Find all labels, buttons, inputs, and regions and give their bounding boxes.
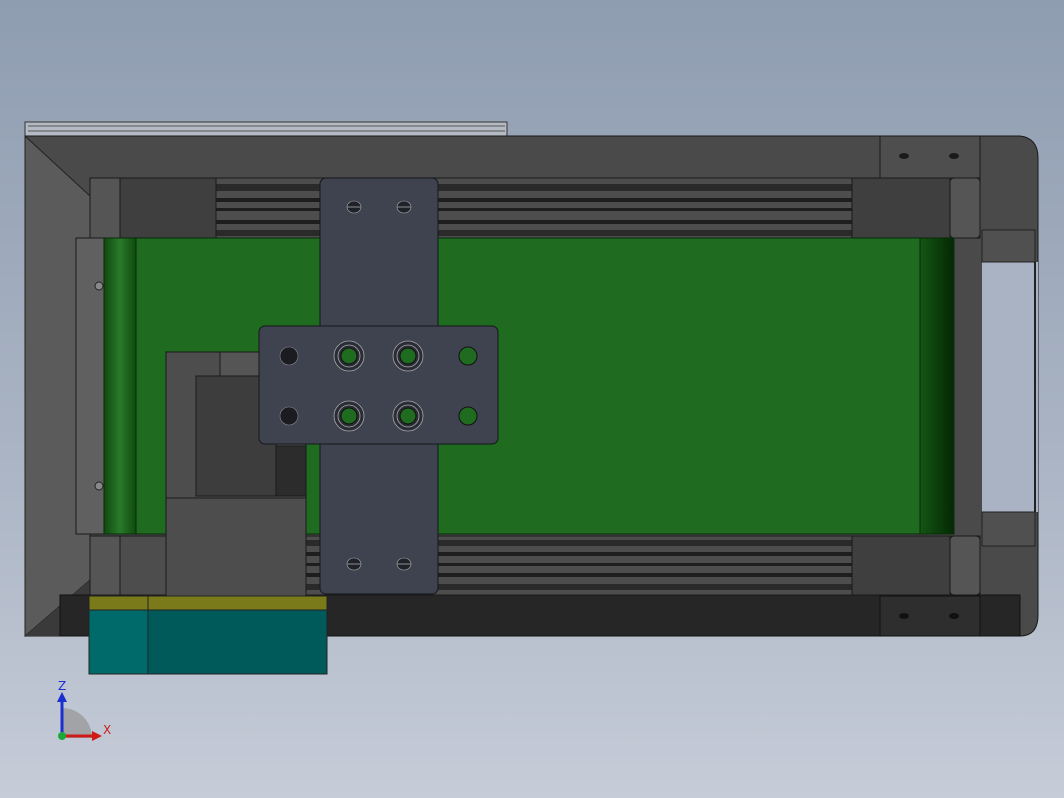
mounting-plate-horizontal [258, 325, 499, 445]
bracket-bottom-right [879, 595, 981, 637]
bracket-top-right [879, 135, 981, 179]
x-axis-label: X [103, 723, 111, 737]
gear-motor [88, 595, 328, 675]
right-cutout [982, 262, 1038, 512]
triad-plane-icon [62, 708, 92, 738]
top-rail [24, 121, 508, 137]
left-roller [103, 237, 137, 535]
conveyor-assembly[interactable] [24, 121, 1039, 675]
cad-viewport[interactable]: Z X [0, 0, 1064, 798]
y-axis-icon [58, 732, 66, 740]
z-axis-label: Z [58, 679, 66, 693]
right-roller [919, 237, 955, 535]
coordinate-triad: Z X [57, 679, 111, 741]
